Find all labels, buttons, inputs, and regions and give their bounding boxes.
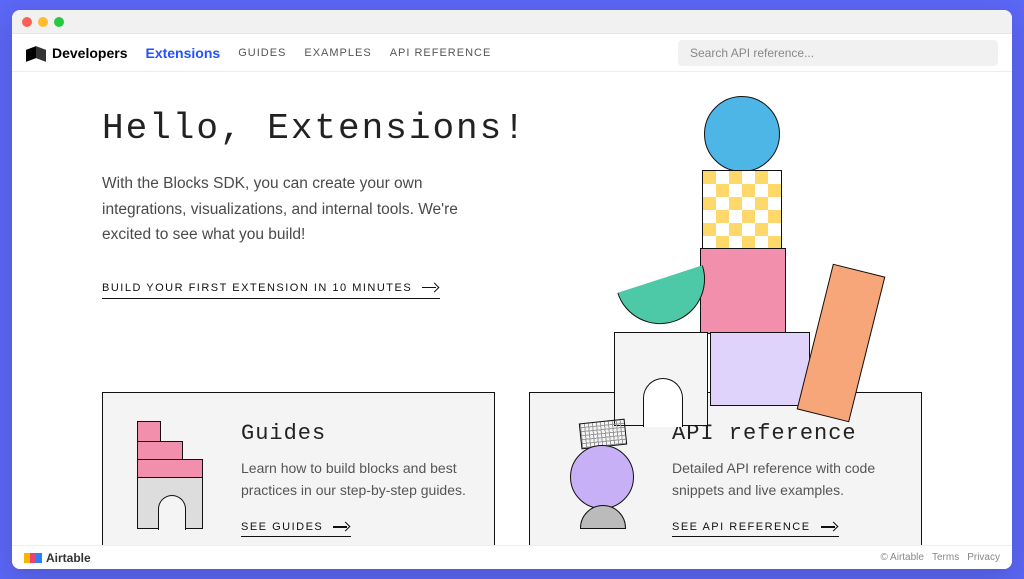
hero-section: Hello, Extensions! With the Blocks SDK, …	[12, 72, 1012, 378]
see-api-reference-link[interactable]: SEE API REFERENCE	[672, 521, 839, 537]
cta-label: SEE API REFERENCE	[672, 521, 811, 533]
see-guides-link[interactable]: SEE GUIDES	[241, 521, 351, 537]
footer: Airtable © Airtable Terms Privacy	[12, 545, 1012, 569]
top-nav: Developers Extensions GUIDES EXAMPLES AP…	[12, 34, 1012, 72]
guides-illustration	[131, 421, 217, 531]
card-title: Guides	[241, 421, 466, 446]
api-illustration	[558, 421, 648, 541]
arrow-right-icon	[821, 523, 839, 531]
minimize-window-button[interactable]	[38, 17, 48, 27]
hero-illustration	[582, 108, 922, 368]
brand-section-link[interactable]: Extensions	[145, 45, 220, 61]
footer-terms-link[interactable]: Terms	[932, 552, 959, 563]
airtable-logo-icon	[24, 553, 42, 563]
window-titlebar	[12, 10, 1012, 34]
nav-guides[interactable]: GUIDES	[238, 47, 286, 59]
footer-brand-link[interactable]: Airtable	[24, 551, 91, 565]
shape-arch-icon	[614, 332, 708, 426]
nav-examples[interactable]: EXAMPLES	[304, 47, 371, 59]
arrow-right-icon	[333, 523, 351, 531]
card-api-reference: API reference Detailed API reference wit…	[529, 392, 922, 545]
cta-label: SEE GUIDES	[241, 521, 323, 533]
cube-icon	[26, 46, 46, 60]
shape-checker-icon	[702, 170, 782, 250]
shape-square-icon	[700, 248, 786, 334]
card-description: Learn how to build blocks and best pract…	[241, 458, 466, 501]
maximize-window-button[interactable]	[54, 17, 64, 27]
build-first-extension-link[interactable]: BUILD YOUR FIRST EXTENSION IN 10 MINUTES	[102, 282, 440, 299]
brand-home-link[interactable]: Developers	[26, 45, 127, 61]
close-window-button[interactable]	[22, 17, 32, 27]
brand-label: Developers	[52, 45, 127, 61]
search-input[interactable]	[678, 40, 998, 66]
nav-api-reference[interactable]: API REFERENCE	[390, 47, 492, 59]
shape-rect-icon	[710, 332, 810, 406]
card-description: Detailed API reference with code snippet…	[672, 458, 893, 501]
footer-copyright: © Airtable	[880, 552, 924, 563]
card-guides: Guides Learn how to build blocks and bes…	[102, 392, 495, 545]
arrow-right-icon	[422, 284, 440, 292]
footer-privacy-link[interactable]: Privacy	[967, 552, 1000, 563]
page-title: Hello, Extensions!	[102, 108, 542, 149]
page-description: With the Blocks SDK, you can create your…	[102, 171, 462, 248]
shape-circle-icon	[704, 96, 780, 172]
cta-label: BUILD YOUR FIRST EXTENSION IN 10 MINUTES	[102, 282, 412, 294]
footer-brand-label: Airtable	[46, 551, 91, 565]
cards-section: Guides Learn how to build blocks and bes…	[12, 378, 1012, 545]
browser-window: Developers Extensions GUIDES EXAMPLES AP…	[12, 10, 1012, 569]
page-content: Hello, Extensions! With the Blocks SDK, …	[12, 72, 1012, 545]
